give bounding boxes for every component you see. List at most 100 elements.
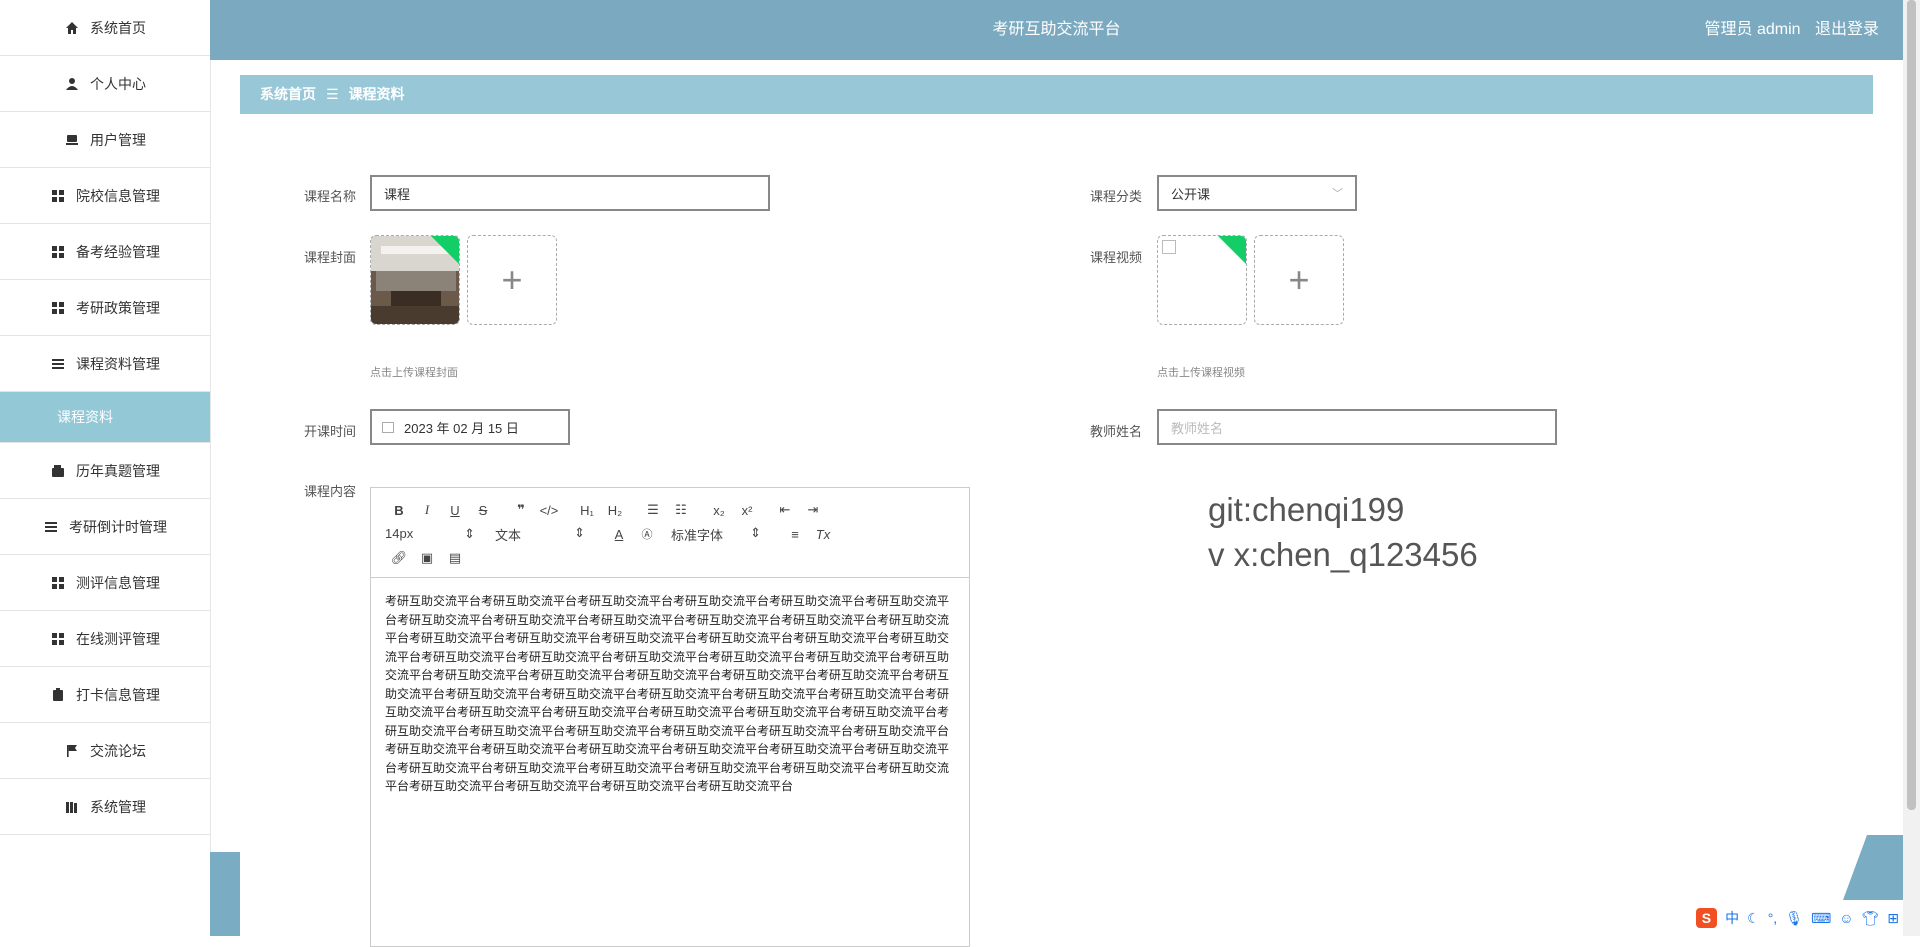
cover-hint: 点击上传课程封面 — [370, 367, 458, 379]
editor-toolbar: B I U S ❞ </> H₁ H₂ ☰ ☷ x₂ x² ⇤ ⇥ 14px ⇕ … — [371, 488, 969, 578]
page-scrollbar[interactable] — [1903, 0, 1920, 936]
sidebar-item-label: 院校信息管理 — [76, 187, 160, 204]
editor-content[interactable]: 考研互助交流平台考研互助交流平台考研互助交流平台考研互助交流平台考研互助交流平台… — [371, 578, 969, 810]
sidebar-item[interactable]: 历年真题管理 — [0, 443, 210, 499]
heading2-icon[interactable]: H₂ — [601, 503, 629, 518]
code-icon[interactable]: </> — [535, 503, 563, 518]
ime-mode[interactable]: 中 — [1725, 908, 1739, 928]
video-thumbnail[interactable] — [1157, 235, 1247, 325]
ime-toolbar[interactable]: S 中 ☾ °, 🎙︎ ⌨ ☺ 👕︎ ⊞ — [1691, 900, 1903, 936]
sidebar-item[interactable]: 用户管理 — [0, 112, 210, 168]
sidebar-item-label: 历年真题管理 — [76, 462, 160, 479]
sidebar-item-label: 备考经验管理 — [76, 243, 160, 260]
font-size-value: 14px — [385, 526, 414, 541]
sidebar-item-label: 考研倒计时管理 — [69, 518, 167, 535]
grid-icon — [50, 300, 66, 316]
sidebar-item-label: 打卡信息管理 — [76, 686, 160, 703]
course-name-label: 课程名称 — [304, 189, 357, 204]
grid-icon — [50, 631, 66, 647]
ime-logo: S — [1695, 908, 1718, 928]
date-picker[interactable]: 2023 年 02 月 15 日 — [370, 409, 570, 445]
sidebar-item[interactable]: 院校信息管理 — [0, 168, 210, 224]
category-select[interactable]: 公开课 ﹀ — [1157, 175, 1357, 211]
breadcrumb: 系统首页 ☰ 课程资料 — [240, 75, 1873, 114]
blockquote-icon[interactable]: ❞ — [507, 502, 535, 518]
user-icon[interactable]: ☺ — [1839, 910, 1853, 926]
home-icon — [64, 20, 80, 36]
scrollbar-thumb[interactable] — [1907, 0, 1916, 810]
admin-user-label: 管理员 admin — [1704, 21, 1801, 38]
teacher-name-input[interactable]: 教师姓名 — [1157, 409, 1557, 445]
ordered-list-icon[interactable]: ☰ — [639, 502, 667, 518]
grid-icon — [50, 188, 66, 204]
underline-icon[interactable]: U — [441, 503, 469, 518]
sidebar-item[interactable]: 考研倒计时管理 — [0, 499, 210, 555]
outdent-icon[interactable]: ⇤ — [771, 502, 799, 518]
sidebar-item[interactable]: 系统首页 — [0, 0, 210, 56]
content-label: 课程内容 — [304, 484, 357, 499]
keyboard-icon[interactable]: ⌨ — [1811, 910, 1831, 927]
italic-icon[interactable]: I — [413, 502, 441, 518]
updown-icon: ⇕ — [464, 526, 475, 541]
sidebar-item[interactable]: 个人中心 — [0, 56, 210, 112]
link-icon[interactable]: 🔗︎ — [385, 550, 413, 566]
date-value: 2023 年 02 月 15 日 — [404, 420, 519, 436]
sidebar-item[interactable]: 课程资料 — [0, 392, 210, 443]
breadcrumb-home[interactable]: 系统首页 — [260, 86, 316, 102]
video-icon[interactable]: ▤ — [441, 550, 469, 566]
teacher-label: 教师姓名 — [1090, 424, 1143, 439]
sidebar-item[interactable]: 交流论坛 — [0, 723, 210, 779]
logout-link[interactable]: 退出登录 — [1815, 21, 1879, 38]
video-upload-button[interactable]: + — [1254, 235, 1344, 325]
grid-icon — [50, 575, 66, 591]
rich-text-editor[interactable]: B I U S ❞ </> H₁ H₂ ☰ ☷ x₂ x² ⇤ ⇥ 14px ⇕ … — [370, 487, 970, 947]
decoration — [1843, 835, 1903, 900]
block-select[interactable]: 文本 ⇕ — [495, 525, 585, 544]
font-size-select[interactable]: 14px ⇕ — [385, 526, 475, 542]
mic-icon[interactable]: 🎙︎ — [1785, 910, 1803, 927]
skin-icon[interactable]: 👕︎ — [1861, 910, 1879, 927]
sidebar-item-label: 测评信息管理 — [76, 574, 160, 591]
sidebar-item[interactable]: 打卡信息管理 — [0, 667, 210, 723]
indent-icon[interactable]: ⇥ — [799, 502, 827, 518]
image-icon[interactable]: ▣ — [413, 550, 441, 566]
bullet-list-icon[interactable]: ☷ — [667, 502, 695, 518]
plus-icon: + — [501, 259, 523, 300]
sidebar-item[interactable]: 系统管理 — [0, 779, 210, 835]
bold-icon[interactable]: B — [385, 503, 413, 518]
grid-icon — [50, 244, 66, 260]
video-hint: 点击上传课程视频 — [1157, 367, 1245, 379]
users-icon — [64, 132, 80, 148]
subscript-icon[interactable]: x₂ — [705, 503, 733, 518]
font-color-icon[interactable]: A — [605, 527, 633, 542]
sidebar-item[interactable]: 考研政策管理 — [0, 280, 210, 336]
align-icon[interactable]: ≡ — [781, 527, 809, 542]
heading1-icon[interactable]: H₁ — [573, 503, 601, 518]
cover-upload-button[interactable]: + — [467, 235, 557, 325]
cover-thumbnail[interactable] — [370, 235, 460, 325]
clear-format-icon[interactable]: Tx — [809, 527, 837, 542]
sidebar-item-label: 系统管理 — [90, 798, 146, 815]
moon-icon[interactable]: ☾ — [1747, 910, 1760, 927]
breadcrumb-current: 课程资料 — [348, 86, 405, 102]
sidebar-item[interactable]: 课程资料管理 — [0, 336, 210, 392]
date-label: 开课时间 — [304, 424, 357, 439]
user-icon — [64, 76, 80, 92]
plus-icon: + — [1288, 259, 1310, 300]
calendar-icon — [382, 421, 394, 433]
chevron-down-icon: ﹀ — [1332, 188, 1343, 200]
font-family-select[interactable]: 标准字体 ⇕ — [671, 525, 761, 544]
list-icon — [43, 519, 59, 535]
block-value: 文本 — [495, 527, 522, 543]
background-color-icon[interactable]: Ⓐ — [633, 526, 661, 542]
punctuation-icon[interactable]: °, — [1768, 910, 1778, 926]
grid-icon[interactable]: ⊞ — [1887, 910, 1899, 927]
sidebar-item[interactable]: 在线测评管理 — [0, 611, 210, 667]
sidebar-item-label: 个人中心 — [90, 75, 146, 92]
category-label: 课程分类 — [1090, 189, 1143, 204]
sidebar-item[interactable]: 备考经验管理 — [0, 224, 210, 280]
sidebar-item[interactable]: 测评信息管理 — [0, 555, 210, 611]
strike-icon[interactable]: S — [469, 503, 497, 518]
superscript-icon[interactable]: x² — [733, 503, 761, 518]
course-name-input[interactable]: 课程 — [370, 175, 770, 211]
